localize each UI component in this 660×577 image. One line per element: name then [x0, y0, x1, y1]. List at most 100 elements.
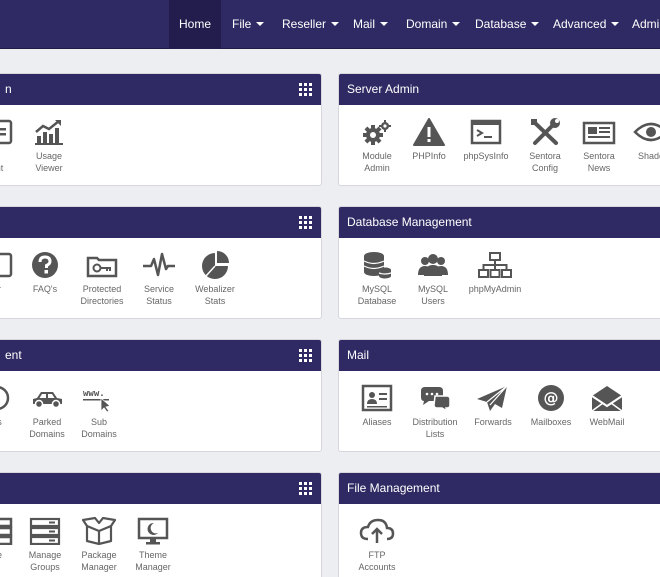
panel-database-management: Database Management MySQL Database MySQL U…: [338, 206, 660, 319]
panel-mail: Mail Aliases Distribution Lists Forwards …: [338, 339, 660, 452]
list-icon: [0, 517, 13, 545]
svg-text:www.: www.: [83, 389, 105, 399]
module-phpsysinfo[interactable]: phpSysInfo: [461, 118, 511, 162]
users-icon: [418, 254, 448, 276]
top-navbar: Home File Reseller Mail Domain Database …: [0, 0, 660, 49]
module-webmail[interactable]: WebMail: [585, 384, 629, 428]
chat-bubbles-icon: [421, 387, 451, 412]
car-icon: [33, 392, 62, 409]
grid-icon[interactable]: [299, 349, 312, 362]
nav-mail[interactable]: Mail: [353, 0, 389, 49]
nav-advanced-label: Advanced: [553, 17, 607, 31]
caret-down-icon: [380, 21, 389, 26]
module-label: WebMail: [589, 417, 625, 427]
module-label: Usage Viewer: [35, 151, 63, 173]
envelope-open-icon: [591, 386, 623, 412]
module-label: Package Manager: [81, 550, 117, 572]
module-label: Distribution Lists: [412, 417, 458, 439]
terminal-icon: [470, 119, 502, 145]
module-distribution-lists[interactable]: Distribution Lists: [409, 384, 461, 440]
module-ftp-accounts[interactable]: FTP Accounts: [357, 517, 397, 573]
module-shadowing[interactable]: Shado: [631, 118, 660, 162]
module-account-cut[interactable]: tunt: [0, 118, 15, 174]
module-module-admin[interactable]: Module Admin: [357, 118, 397, 174]
module-faqs[interactable]: FAQ's: [25, 251, 65, 295]
module-label: Sub Domains: [81, 417, 117, 439]
module-theme-manager[interactable]: Theme Manager: [131, 517, 175, 573]
panel-reseller: ges ManageGroups PackageManager ThemeMan…: [0, 472, 322, 577]
module-webalizer-stats[interactable]: Webalizer Stats: [193, 251, 237, 307]
nav-advanced[interactable]: Advanced: [553, 0, 620, 49]
panel-header: Server Admin: [339, 74, 660, 105]
caret-down-icon: [331, 21, 340, 26]
panel-server-admin: Server Admin Module Admin PHPInfo phpSysI…: [338, 73, 660, 186]
module-package-manager[interactable]: Package Manager: [77, 517, 121, 573]
gears-icon: [363, 120, 391, 145]
card-icon: [0, 119, 13, 145]
module-phpinfo[interactable]: PHPInfo: [409, 118, 449, 162]
module-forwards[interactable]: Forwards: [473, 384, 513, 428]
document-icon: [0, 252, 13, 278]
module-mysql-users[interactable]: MySQL Users: [413, 251, 453, 307]
contact-card-icon: [361, 384, 393, 412]
nav-reseller-label: Reseller: [282, 17, 327, 31]
nav-admin[interactable]: Admin: [632, 0, 660, 49]
module-label: Shado: [637, 151, 660, 161]
module-sentora-news[interactable]: Sentora News: [579, 118, 619, 174]
sitemap-icon: [478, 252, 512, 278]
module-usage-viewer[interactable]: Usage Viewer: [29, 118, 69, 174]
module-protected-directories[interactable]: Protected Directories: [79, 251, 125, 307]
pie-chart-icon: [202, 251, 229, 279]
module-label: ges: [0, 549, 15, 573]
nav-domain-label: Domain: [406, 17, 448, 31]
panel-title: Database Management: [347, 215, 472, 229]
module-label: MySQL Database: [357, 284, 397, 306]
svg-text:@: @: [544, 389, 559, 407]
www-cursor-icon: www.: [83, 389, 111, 412]
module-advanced-cut[interactable]: er: [0, 251, 15, 295]
nav-home[interactable]: Home: [169, 0, 221, 49]
nav-database-label: Database: [475, 17, 527, 31]
module-domains-cut[interactable]: ns: [0, 384, 15, 428]
panel-header: n: [0, 74, 321, 105]
module-aliases[interactable]: Aliases: [357, 384, 397, 428]
module-manage-groups[interactable]: Manage Groups: [25, 517, 65, 573]
globe-icon: [0, 386, 10, 410]
module-label: Webalizer Stats: [195, 284, 235, 306]
cloud-upload-icon: [359, 518, 395, 543]
grid-icon[interactable]: [299, 216, 312, 229]
panel-header: File Management: [339, 473, 660, 504]
tools-icon: [531, 118, 560, 145]
caret-down-icon: [256, 21, 265, 26]
module-mailboxes[interactable]: @ Mailboxes: [527, 384, 575, 428]
module-label: er: [0, 283, 15, 295]
module-service-status[interactable]: Service Status: [139, 251, 179, 307]
panel-header: Database Management: [339, 207, 660, 238]
nav-home-label: Home: [178, 17, 211, 31]
grid-icon[interactable]: [299, 83, 312, 96]
module-label: Protected Directories: [80, 284, 124, 306]
nav-admin-label: Admin: [632, 17, 660, 31]
nav-database[interactable]: Database: [475, 0, 540, 49]
server-stack-icon: [29, 517, 61, 545]
module-label: Sentora Config: [529, 151, 561, 173]
module-sentora-config[interactable]: Sentora Config: [525, 118, 565, 174]
module-reseller-cut[interactable]: ges: [0, 517, 15, 573]
nav-file[interactable]: File: [232, 0, 265, 49]
module-label: Parked Domains: [29, 417, 65, 439]
nav-reseller[interactable]: Reseller: [282, 0, 340, 49]
module-sub-domains[interactable]: www. Sub Domains: [79, 384, 119, 440]
module-label: Service Status: [143, 284, 174, 306]
nav-mail-label: Mail: [353, 17, 376, 31]
module-parked-domains[interactable]: Parked Domains: [25, 384, 69, 440]
nav-file-label: File: [232, 17, 252, 31]
module-phpmyadmin[interactable]: phpMyAdmin: [467, 251, 523, 295]
nav-domain[interactable]: Domain: [406, 0, 461, 49]
panel-header: Mail: [339, 340, 660, 371]
newspaper-icon: [582, 121, 616, 145]
module-mysql-database[interactable]: MySQL Database: [357, 251, 397, 307]
warning-icon: [413, 118, 445, 146]
module-label: ns: [0, 416, 15, 428]
caret-down-icon: [452, 21, 461, 26]
grid-icon[interactable]: [299, 482, 312, 495]
